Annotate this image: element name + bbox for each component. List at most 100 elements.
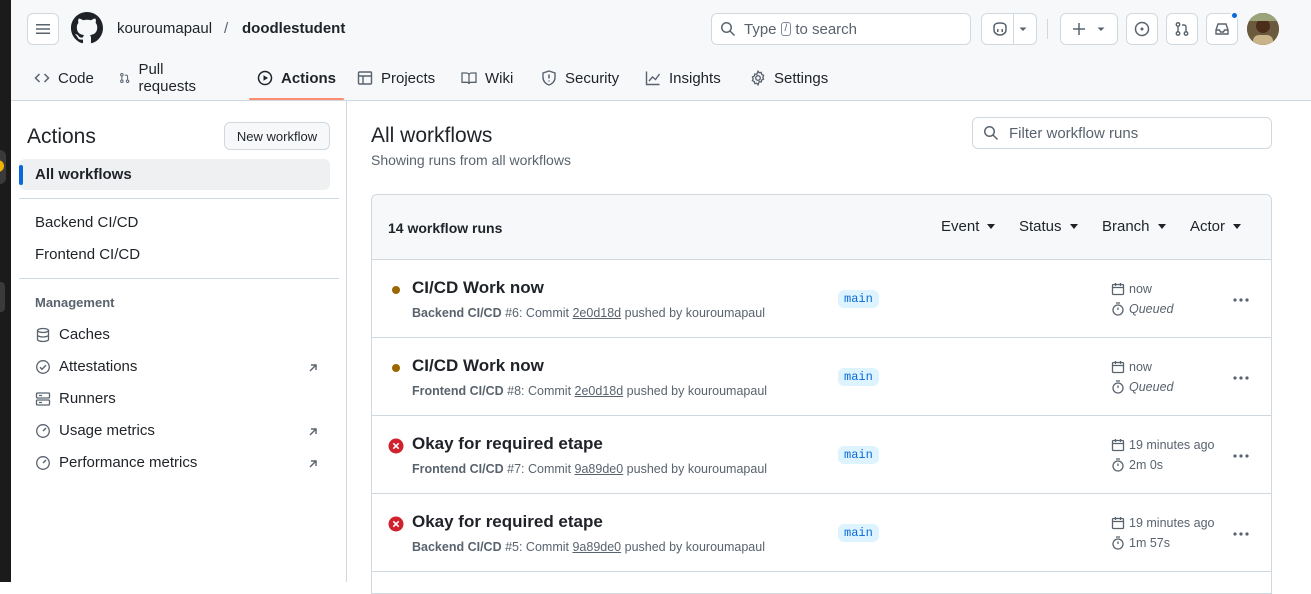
run-more-options-button[interactable] bbox=[1229, 366, 1253, 390]
failure-status-icon bbox=[388, 516, 404, 532]
menu-button[interactable] bbox=[27, 13, 59, 45]
run-duration-text: Queued bbox=[1129, 302, 1174, 316]
calendar-icon bbox=[1111, 283, 1125, 296]
workflow-run-row[interactable]: CI/CD Work now Backend CI/CD #6: Commit … bbox=[372, 260, 1271, 338]
filter-actor-button[interactable]: Actor bbox=[1190, 218, 1242, 235]
branch-label[interactable]: main bbox=[838, 524, 879, 542]
chevron-down-icon[interactable] bbox=[1018, 24, 1028, 34]
sidebar-item-usage-metrics[interactable]: Usage metrics bbox=[35, 421, 155, 441]
branch-label[interactable]: main bbox=[838, 368, 879, 386]
run-pushed-by: pushed by kouroumapaul bbox=[623, 384, 768, 398]
sidebar-item-all-workflows[interactable]: All workflows bbox=[19, 159, 330, 190]
tab-actions[interactable]: Actions bbox=[248, 56, 345, 100]
run-more-options-button[interactable] bbox=[1229, 288, 1253, 312]
sidebar-item-caches[interactable]: Caches bbox=[35, 325, 110, 345]
page-subtitle: Showing runs from all workflows bbox=[371, 152, 571, 168]
run-number: #6: Commit bbox=[501, 306, 573, 320]
search-shortcut-key: / bbox=[780, 22, 792, 36]
run-title[interactable]: Okay for required etape bbox=[412, 511, 603, 533]
run-meta: Backend CI/CD #5: Commit 9a89de0 pushed … bbox=[412, 539, 765, 555]
workflows-main: All workflows Showing runs from all work… bbox=[371, 101, 1272, 594]
breadcrumb-owner[interactable]: kouroumapaul bbox=[117, 19, 212, 39]
runs-header: 14 workflow runs Event Status Branch Act… bbox=[372, 195, 1271, 260]
search-placeholder-suffix: to search bbox=[795, 20, 858, 38]
dock-item[interactable] bbox=[0, 282, 5, 312]
commit-sha-link[interactable]: 2e0d18d bbox=[575, 384, 624, 398]
run-meta: Frontend CI/CD #7: Commit 9a89de0 pushed… bbox=[412, 461, 767, 477]
stopwatch-icon bbox=[1112, 302, 1124, 316]
breadcrumb-repo[interactable]: doodlestudent bbox=[242, 19, 345, 39]
tab-pull-requests[interactable]: Pull requests bbox=[119, 56, 201, 100]
table-icon bbox=[357, 71, 373, 85]
run-more-options-button[interactable] bbox=[1229, 444, 1253, 468]
run-duration-text: 1m 57s bbox=[1129, 536, 1170, 550]
workflow-run-row[interactable]: Okay for required etape Frontend CI/CD #… bbox=[372, 416, 1271, 494]
filter-status-button[interactable]: Status bbox=[1019, 218, 1078, 235]
tab-wiki[interactable]: Wiki bbox=[461, 56, 513, 100]
global-search-input[interactable]: Type / to search bbox=[711, 13, 971, 45]
sidebar-item-label: Attestations bbox=[59, 358, 138, 375]
tab-security[interactable]: Security bbox=[541, 56, 619, 100]
tab-settings[interactable]: Settings bbox=[750, 56, 828, 100]
branch-label[interactable]: main bbox=[838, 446, 879, 464]
run-duration-text: 2m 0s bbox=[1129, 458, 1164, 472]
run-title[interactable]: CI/CD Work now bbox=[412, 355, 544, 377]
pull-requests-button[interactable] bbox=[1166, 13, 1198, 45]
calendar-icon bbox=[1111, 517, 1125, 530]
sidebar-item-label: Usage metrics bbox=[59, 422, 155, 439]
kebab-horizontal-icon bbox=[1233, 298, 1249, 302]
tab-label: Security bbox=[565, 69, 620, 87]
filter-label: Event bbox=[941, 218, 980, 235]
tab-projects[interactable]: Projects bbox=[357, 56, 435, 100]
kebab-horizontal-icon bbox=[1233, 376, 1249, 380]
avatar[interactable] bbox=[1247, 13, 1279, 45]
sidebar-item-runners[interactable]: Runners bbox=[35, 389, 116, 409]
create-new-button[interactable] bbox=[1060, 13, 1118, 45]
kebab-horizontal-icon bbox=[1233, 454, 1249, 458]
commit-sha-link[interactable]: 2e0d18d bbox=[572, 306, 621, 320]
issues-button[interactable] bbox=[1126, 13, 1158, 45]
run-workflow-name: Frontend CI/CD bbox=[412, 384, 504, 398]
branch-label[interactable]: main bbox=[838, 290, 879, 308]
sidebar-item-frontend-cicd[interactable]: Frontend CI/CD bbox=[35, 245, 140, 265]
plus-icon bbox=[1073, 23, 1085, 35]
app-header: kouroumapaul / doodlestudent Type / to s… bbox=[11, 0, 1311, 101]
filter-branch-button[interactable]: Branch bbox=[1102, 218, 1166, 235]
sidebar-item-backend-cicd[interactable]: Backend CI/CD bbox=[35, 213, 138, 233]
graph-icon bbox=[645, 71, 661, 86]
kebab-horizontal-icon bbox=[1233, 532, 1249, 536]
sidebar-item-attestations[interactable]: Attestations bbox=[35, 357, 137, 377]
new-workflow-button[interactable]: New workflow bbox=[224, 122, 330, 150]
run-number: #5: Commit bbox=[501, 540, 573, 554]
search-icon bbox=[984, 126, 999, 141]
run-title[interactable]: CI/CD Work now bbox=[412, 277, 544, 299]
run-time-text: 19 minutes ago bbox=[1129, 516, 1215, 530]
copilot-button[interactable] bbox=[981, 13, 1037, 45]
run-time-text: now bbox=[1129, 282, 1152, 296]
filter-event-button[interactable]: Event bbox=[941, 218, 996, 235]
sidebar-item-label: Performance metrics bbox=[59, 454, 198, 471]
run-title[interactable]: Okay for required etape bbox=[412, 433, 603, 455]
tab-code[interactable]: Code bbox=[34, 56, 94, 100]
workflow-run-row[interactable]: Okay for required etape Backend CI/CD #5… bbox=[372, 494, 1271, 572]
tab-label: Wiki bbox=[485, 69, 514, 87]
workflow-run-row[interactable]: CI/CD Work now Frontend CI/CD #8: Commit… bbox=[372, 338, 1271, 416]
run-duration: 1m 57s bbox=[1111, 536, 1170, 550]
run-more-options-button[interactable] bbox=[1229, 522, 1253, 546]
divider bbox=[19, 278, 339, 279]
run-meta: Frontend CI/CD #8: Commit 2e0d18d pushed… bbox=[412, 383, 767, 399]
commit-sha-link[interactable]: 9a89de0 bbox=[572, 540, 621, 554]
filter-label: Actor bbox=[1190, 218, 1226, 235]
hamburger-icon bbox=[36, 24, 50, 34]
management-heading: Management bbox=[35, 295, 115, 310]
tab-insights[interactable]: Insights bbox=[645, 56, 721, 100]
divider bbox=[19, 198, 339, 199]
book-icon bbox=[461, 72, 477, 85]
sidebar-item-performance-metrics[interactable]: Performance metrics bbox=[35, 453, 197, 473]
github-logo-icon[interactable] bbox=[71, 12, 103, 44]
run-number: #8: Commit bbox=[503, 384, 575, 398]
commit-sha-link[interactable]: 9a89de0 bbox=[575, 462, 624, 476]
calendar-icon bbox=[1111, 361, 1125, 374]
caret-down-icon bbox=[987, 224, 996, 229]
filter-workflow-runs-input[interactable]: Filter workflow runs bbox=[972, 117, 1272, 149]
